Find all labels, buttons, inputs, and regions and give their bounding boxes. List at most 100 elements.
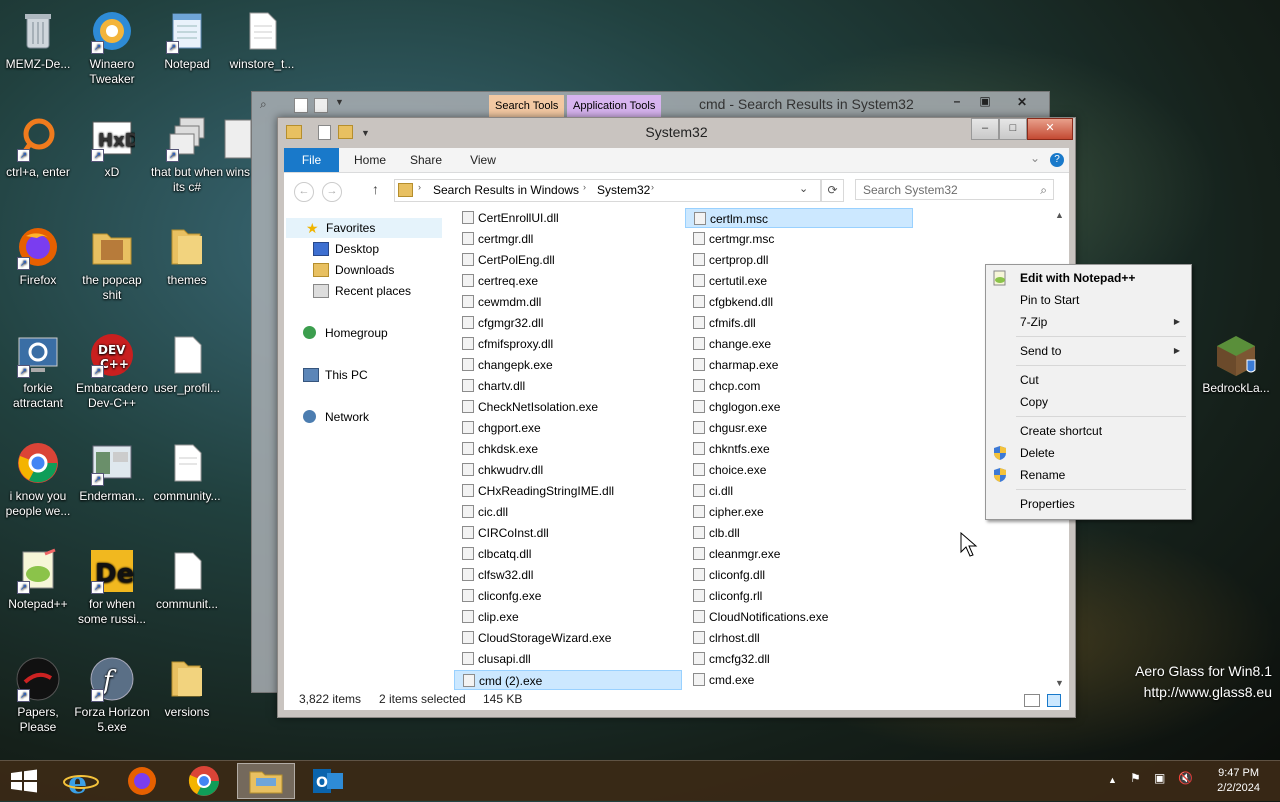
file-item[interactable]: certutil.exe (685, 271, 913, 291)
scroll-down-icon[interactable]: ▼ (1055, 678, 1064, 688)
desktop-icon-notepad[interactable]: ↗ Notepad (149, 8, 225, 72)
file-item[interactable]: certmgr.dll (454, 229, 682, 249)
menu-item-7zip[interactable]: 7-Zip ▶ (986, 311, 1191, 333)
volume-muted-icon[interactable]: 🔇 (1178, 771, 1193, 785)
menu-item-copy[interactable]: Copy (986, 391, 1191, 413)
file-item[interactable]: CHxReadingStringIME.dll (454, 481, 682, 501)
file-item[interactable]: clfsw32.dll (454, 565, 682, 585)
file-item[interactable]: clb.dll (685, 523, 913, 543)
file-item[interactable]: cmcfg32.dll (685, 649, 913, 669)
chevron-down-icon[interactable]: ▼ (361, 119, 370, 147)
taskbar-internet-explorer[interactable]: e (52, 763, 110, 801)
chevron-down-icon[interactable]: ▼ (335, 97, 344, 107)
maximize-button[interactable]: □ (999, 118, 1027, 140)
address-dropdown-button[interactable]: ⌄ (799, 182, 808, 195)
expand-ribbon-icon[interactable]: ⌄ (1030, 151, 1040, 165)
desktop-icon-communit[interactable]: communit... (149, 548, 225, 612)
network-icon[interactable]: ▣ (1154, 771, 1165, 785)
menu-item-properties[interactable]: Properties (986, 493, 1191, 515)
file-item[interactable]: cfmifs.dll (685, 313, 913, 333)
nav-favorites[interactable]: ★ Favorites (286, 218, 442, 238)
file-item[interactable]: cfmifsproxy.dll (454, 334, 682, 354)
explorer-window[interactable]: ▼ System32 – □ ✕ File Home Share View ⌄ … (277, 117, 1076, 718)
search-input[interactable]: Search System32 ⌕ (855, 179, 1054, 200)
start-button[interactable] (10, 769, 40, 793)
file-item[interactable]: clip.exe (454, 607, 682, 627)
menu-item-delete[interactable]: Delete (986, 442, 1191, 464)
menu-item-send-to[interactable]: Send to ▶ (986, 340, 1191, 362)
clock[interactable]: 9:47 PM 2/2/2024 (1217, 766, 1260, 796)
file-item[interactable]: certreq.exe (454, 271, 682, 291)
back-window-titlebar[interactable]: ⌕ ▼ Search Tools Application Tools cmd -… (252, 92, 1049, 117)
file-item[interactable]: CloudStorageWizard.exe (454, 628, 682, 648)
desktop-icon-csharp[interactable]: ↗ that but when its c# (149, 116, 225, 195)
breadcrumb-search-results[interactable]: Search Results in Windows (433, 183, 579, 197)
file-item[interactable]: clrhost.dll (685, 628, 913, 648)
file-item[interactable]: CertPolEng.dll (454, 250, 682, 270)
window-titlebar[interactable]: ▼ System32 – □ ✕ (278, 118, 1075, 148)
file-item[interactable]: choice.exe (685, 460, 913, 480)
show-hidden-icons[interactable]: ▲ (1108, 775, 1117, 785)
file-item[interactable]: CertEnrollUI.dll (454, 208, 682, 228)
desktop-icon-winaero[interactable]: ↗ Winaero Tweaker (74, 8, 150, 87)
file-item[interactable]: charmap.exe (685, 355, 913, 375)
desktop-icon-enderman[interactable]: ↗ Enderman... (74, 440, 150, 504)
file-item[interactable]: change.exe (685, 334, 913, 354)
file-item[interactable]: certmgr.msc (685, 229, 913, 249)
refresh-button[interactable]: ⟳ (821, 179, 844, 202)
menu-item-cut[interactable]: Cut (986, 369, 1191, 391)
action-center-flag-icon[interactable]: ⚑ (1130, 771, 1141, 785)
file-item[interactable]: chcp.com (685, 376, 913, 396)
desktop-icon-winstore[interactable]: winstore_t... (224, 8, 300, 72)
desktop-icon-versions[interactable]: versions (149, 656, 225, 720)
file-item[interactable]: cleanmgr.exe (685, 544, 913, 564)
desktop-icon-community[interactable]: community... (149, 440, 225, 504)
menu-item-edit-notepadpp[interactable]: Edit with Notepad++ (986, 267, 1191, 289)
new-folder-icon[interactable] (338, 125, 353, 139)
maximize-button[interactable]: ▣ (973, 94, 997, 112)
desktop-icon-bedrock[interactable]: BedrockLa... (1198, 332, 1274, 396)
address-bar[interactable]: › Search Results in Windows › System32 ›… (394, 179, 821, 202)
file-item[interactable]: cipher.exe (685, 502, 913, 522)
scroll-up-icon[interactable]: ▲ (1055, 210, 1064, 220)
file-item[interactable]: cfgmgr32.dll (454, 313, 682, 333)
desktop-icon-forkie[interactable]: ↗ forkie attractant (0, 332, 76, 411)
file-item[interactable]: chartv.dll (454, 376, 682, 396)
file-item[interactable]: cliconfg.exe (454, 586, 682, 606)
file-item[interactable]: clbcatq.dll (454, 544, 682, 564)
file-item[interactable]: chkntfs.exe (685, 439, 913, 459)
tab-application-tools[interactable]: Application Tools (567, 95, 662, 117)
back-button[interactable]: ← (294, 182, 314, 202)
search-icon[interactable]: ⌕ (1040, 180, 1047, 201)
taskbar-chrome[interactable] (175, 763, 233, 799)
desktop-icon-ctrl-a[interactable]: ↗ ctrl+a, enter (0, 116, 76, 180)
desktop-icon-xd[interactable]: HxD ↗ xD (74, 116, 150, 180)
file-item[interactable]: chgusr.exe (685, 418, 913, 438)
desktop-icon-devcpp[interactable]: DEV C++ ↗ Embarcadero Dev-C++ (74, 332, 150, 411)
minimize-button[interactable]: – (945, 94, 969, 112)
desktop-icon-firefox[interactable]: ↗ Firefox (0, 224, 76, 288)
file-item[interactable]: chkwudrv.dll (454, 460, 682, 480)
desktop-icon-notepadpp[interactable]: ↗ Notepad++ (0, 548, 76, 612)
file-item[interactable]: cewmdm.dll (454, 292, 682, 312)
file-item[interactable]: chgport.exe (454, 418, 682, 438)
file-item[interactable]: cic.dll (454, 502, 682, 522)
desktop-icon-popcap[interactable]: the popcap shit (74, 224, 150, 303)
file-item[interactable]: CheckNetIsolation.exe (454, 397, 682, 417)
close-button[interactable]: ✕ (1027, 118, 1073, 140)
menu-item-rename[interactable]: Rename (986, 464, 1191, 486)
close-button[interactable]: ✕ (1002, 92, 1042, 112)
file-item[interactable]: CIRCoInst.dll (454, 523, 682, 543)
desktop-icon-russi[interactable]: De ↗ for when some russi... (74, 548, 150, 627)
tab-share[interactable]: Share (401, 148, 451, 172)
file-item[interactable]: cliconfg.dll (685, 565, 913, 585)
file-item[interactable]: chkdsk.exe (454, 439, 682, 459)
desktop-icon-memz[interactable]: MEMZ-De... (0, 8, 76, 72)
up-button[interactable]: ↑ (372, 181, 379, 197)
tab-home[interactable]: Home (345, 148, 395, 172)
taskbar-firefox[interactable] (113, 763, 171, 799)
file-item[interactable]: changepk.exe (454, 355, 682, 375)
desktop-icon-user-profil[interactable]: user_profil... (149, 332, 225, 396)
file-item[interactable]: cfgbkend.dll (685, 292, 913, 312)
file-item[interactable]: cmd.exe (685, 670, 913, 690)
